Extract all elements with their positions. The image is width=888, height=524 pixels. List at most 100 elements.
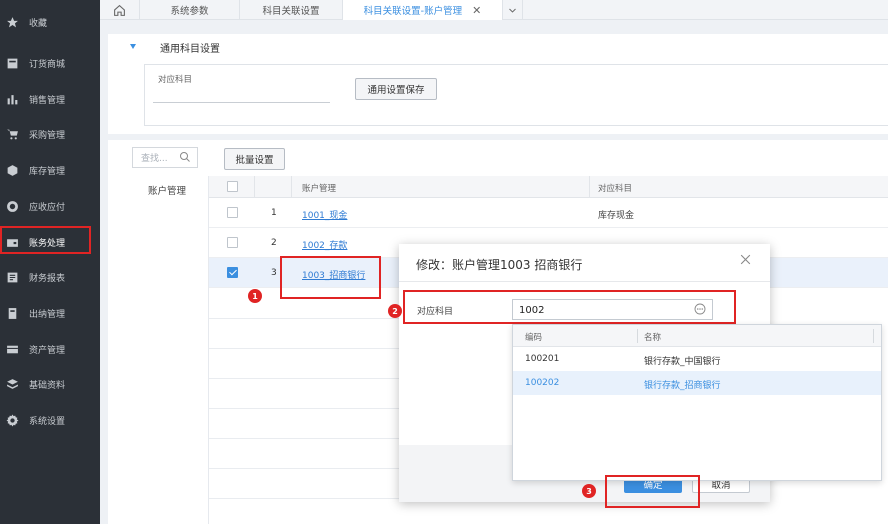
general-subject-panel: 通用科目设置 对应科目 通用设置保存: [108, 34, 888, 134]
batch-settings-button[interactable]: 批量设置: [224, 148, 285, 170]
row-divider: [209, 498, 409, 499]
collapse-triangle-icon[interactable]: [130, 44, 136, 49]
cashier-icon: [5, 306, 19, 320]
header-code: 编码: [525, 333, 543, 343]
option-code: 100201: [525, 354, 560, 364]
table-header: 账户管理 对应科目: [209, 176, 888, 198]
tab-bar: 系统参数 科目关联设置 科目关联设置-账户管理 ✕: [100, 0, 888, 20]
tab-more[interactable]: [503, 0, 523, 20]
sidebar-item-label: 销售管理: [29, 95, 66, 106]
sidebar-item-label: 系统设置: [29, 416, 66, 427]
report-icon: [5, 270, 19, 284]
header-account: 账户管理: [302, 184, 337, 194]
close-icon[interactable]: ✕: [472, 4, 481, 17]
row-divider: [209, 378, 409, 379]
account-link[interactable]: 1002_存款: [302, 238, 347, 251]
tab-home[interactable]: [100, 0, 140, 20]
dropdown-option[interactable]: 100202 银行存款_招商银行: [513, 371, 881, 395]
sidebar-item-label: 出纳管理: [29, 309, 66, 320]
layers-icon: [5, 377, 19, 391]
col-divider: [291, 176, 292, 198]
button-label: 批量设置: [235, 155, 274, 166]
dropdown-option[interactable]: 100201 银行存款_中国银行: [513, 347, 881, 371]
col-divider: [637, 329, 638, 343]
sidebar-item-label: 订货商城: [29, 59, 66, 70]
row-number: 1: [271, 208, 277, 218]
subject-dropdown: 编码 名称 100201 银行存款_中国银行 100202 银行存款_招商银行: [512, 324, 882, 481]
cart-icon: [5, 127, 19, 141]
sidebar-item-purchase[interactable]: 采购管理: [0, 119, 100, 149]
sidebar-item-assets[interactable]: 资产管理: [0, 334, 100, 364]
row-number: 3: [271, 268, 277, 278]
row-divider: [209, 468, 409, 469]
row-divider: [209, 348, 409, 349]
table-row[interactable]: 1 1001_现金 库存现金: [209, 198, 888, 228]
header-name: 名称: [644, 333, 662, 343]
row-checkbox[interactable]: [227, 237, 238, 248]
subject-value: 库存现金: [598, 211, 635, 221]
step-badge-1: 1: [248, 289, 262, 303]
row-checkbox[interactable]: [227, 207, 238, 218]
row-divider: [209, 438, 409, 439]
select-all-checkbox[interactable]: [227, 181, 238, 192]
button-label: 通用设置保存: [367, 85, 425, 96]
tab-label: 科目关联设置: [262, 6, 320, 17]
sidebar-item-sales[interactable]: 销售管理: [0, 84, 100, 114]
sidebar-item-label: 收藏: [29, 18, 48, 29]
sidebar-item-receivable-payable[interactable]: 应收应付: [0, 191, 100, 221]
option-name: 银行存款_招商银行: [644, 381, 721, 391]
chevron-down-icon: [508, 6, 517, 15]
tab-subject-link-account[interactable]: 科目关联设置-账户管理 ✕: [343, 0, 503, 20]
tab-system-params[interactable]: 系统参数: [140, 0, 240, 20]
sidebar-item-label: 基础资料: [29, 380, 66, 391]
col-divider: [254, 176, 255, 198]
dialog-title: 修改：账户管理1003 招商银行: [416, 258, 583, 272]
sidebar-item-favorites[interactable]: 收藏: [0, 7, 100, 37]
sidebar-item-label: 应收应付: [29, 202, 66, 213]
row-checkbox[interactable]: [227, 267, 238, 278]
close-icon[interactable]: [739, 253, 752, 269]
bar-chart-icon: [5, 92, 19, 106]
sidebar-item-label: 资产管理: [29, 345, 66, 356]
row-divider: [209, 408, 409, 409]
dropdown-header: 编码 名称: [513, 325, 881, 347]
sidebar-item-order-mall[interactable]: 订货商城: [0, 48, 100, 78]
sidebar: 收藏 订货商城 销售管理 采购管理 库存管理 应收应付 账务处理 财务报表 出纳…: [0, 0, 100, 524]
sidebar-item-financial-reports[interactable]: 财务报表: [0, 262, 100, 292]
subject-input-underline[interactable]: [153, 102, 330, 103]
sidebar-item-cashier[interactable]: 出纳管理: [0, 298, 100, 328]
row-divider: [209, 318, 409, 319]
search-icon[interactable]: [179, 151, 191, 166]
shop-icon: [5, 56, 19, 70]
field-label: 对应科目: [158, 75, 193, 85]
sidebar-item-label: 库存管理: [29, 166, 66, 177]
header-subject: 对应科目: [598, 184, 633, 194]
save-general-button[interactable]: 通用设置保存: [355, 78, 437, 100]
col-divider: [589, 176, 590, 198]
tab-subject-link[interactable]: 科目关联设置: [240, 0, 343, 20]
account-link[interactable]: 1001_现金: [302, 208, 347, 221]
gear-icon: [5, 413, 19, 427]
search-input[interactable]: 查找...: [132, 147, 198, 168]
tab-label: 科目关联设置-账户管理: [363, 6, 463, 17]
option-name: 银行存款_中国银行: [644, 357, 721, 367]
general-fields-box: 对应科目 通用设置保存: [144, 64, 888, 126]
dialog-divider: [399, 281, 770, 282]
search-placeholder: 查找...: [141, 154, 168, 164]
box-icon: [5, 163, 19, 177]
asset-icon: [5, 342, 19, 356]
step-badge-3: 3: [582, 484, 596, 498]
step-badge-2: 2: [388, 304, 402, 318]
option-code: 100202: [525, 378, 560, 388]
row-number: 2: [271, 238, 277, 248]
highlight-box-field: [403, 290, 736, 324]
highlight-box-confirm: [605, 475, 700, 508]
sidebar-item-inventory[interactable]: 库存管理: [0, 155, 100, 185]
sidebar-item-label: 财务报表: [29, 273, 66, 284]
highlight-box-sidebar: [0, 226, 91, 254]
sidebar-item-basic-data[interactable]: 基础资料: [0, 369, 100, 399]
sidebar-item-system-settings[interactable]: 系统设置: [0, 405, 100, 435]
tree-item-account-management[interactable]: 账户管理: [148, 183, 186, 197]
tab-label: 系统参数: [170, 6, 209, 17]
star-icon: [5, 15, 19, 29]
